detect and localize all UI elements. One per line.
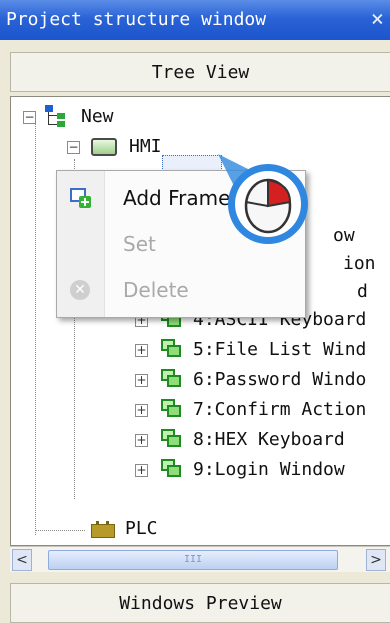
windows-preview-header[interactable]: Windows Preview [10,583,390,623]
scroll-thumb[interactable]: III [48,550,338,570]
window-icon [161,399,183,419]
tree-item-label: New [81,106,114,127]
tree-item-label: HMI [129,136,162,157]
expand-icon[interactable]: + [135,434,148,447]
window-title: Project structure window [6,9,267,30]
menu-item-label: Delete [123,278,189,302]
tree-line-root [35,117,36,535]
menu-item-label: Set [123,232,156,256]
delete-icon: ✕ [70,280,90,300]
mouse-icon [244,178,292,234]
tree-item-label: ow [333,225,355,246]
tree-item-window[interactable]: + 8:HEX Keyboard [131,426,390,454]
expand-icon[interactable]: + [135,404,148,417]
tree-line-plc [35,530,85,531]
expand-icon[interactable]: + [135,464,148,477]
tree-view-header[interactable]: Tree View [10,52,390,92]
close-button[interactable]: × [371,0,384,40]
collapse-icon[interactable]: − [67,141,80,154]
expand-icon[interactable]: + [135,374,148,387]
tree-item-label: ion [343,253,376,274]
hmi-screen-icon [91,138,117,156]
expand-icon[interactable]: + [135,344,148,357]
menu-item-delete[interactable]: ✕ Delete [57,267,305,313]
tree-item-window[interactable]: + 6:Password Windo [131,366,390,394]
tree-item-window[interactable]: + 5:File List Wind [131,336,390,364]
tree-item-plc[interactable]: PLC [87,515,287,543]
tree-item-new[interactable]: − New [21,103,221,131]
title-bar: Project structure window × [0,0,390,40]
horizontal-scrollbar[interactable]: < III > [10,546,390,572]
collapse-icon[interactable]: − [23,111,36,124]
mouse-click-indicator [218,154,308,244]
scroll-right-button[interactable]: > [366,549,386,571]
window-icon [161,459,183,479]
tree-item-label: d [357,281,368,302]
tree-item-label: 5:File List Wind [193,339,367,360]
window-icon [161,339,183,359]
tree-item-label: 9:Login Window [193,459,345,480]
plc-icon [91,521,115,538]
tree-item-label: PLC [125,518,158,539]
tree-item-label: 6:Password Windo [193,369,367,390]
add-frame-icon [70,188,92,208]
tree-item-window[interactable]: + 7:Confirm Action [131,396,390,424]
tree-item-label: 7:Confirm Action [193,399,367,420]
project-tree-icon [45,105,69,129]
tree-item-window[interactable]: + 9:Login Window [131,456,390,484]
window-icon [161,369,183,389]
scroll-left-button[interactable]: < [12,549,32,571]
window-icon [161,429,183,449]
tree-item-label: 8:HEX Keyboard [193,429,345,450]
